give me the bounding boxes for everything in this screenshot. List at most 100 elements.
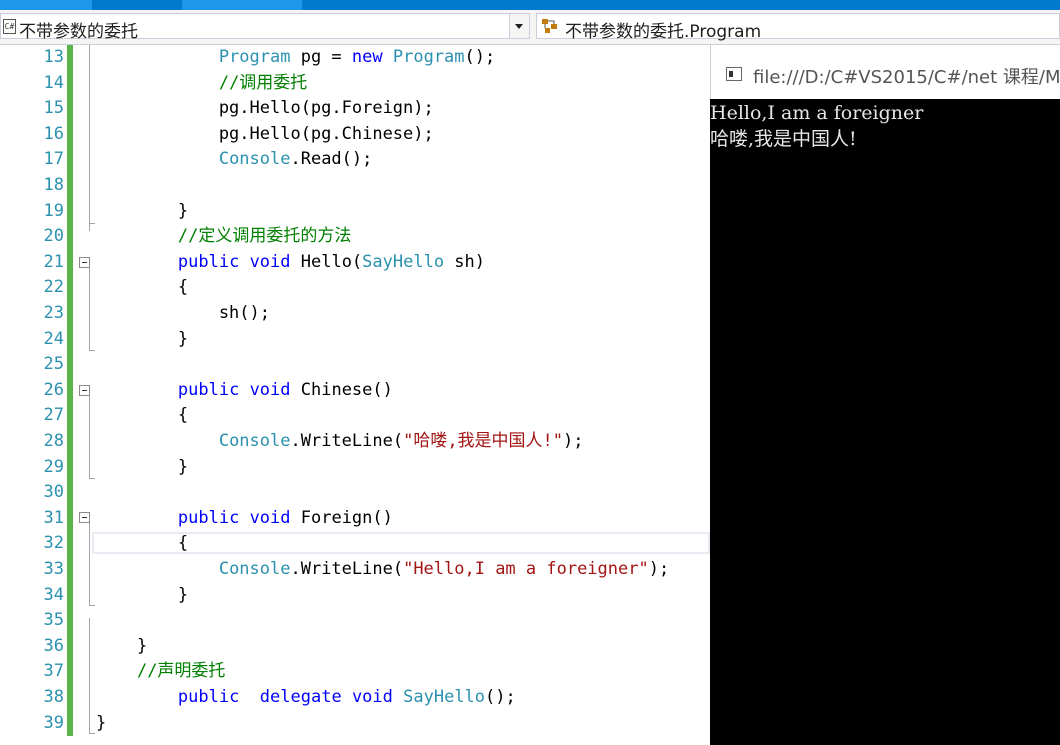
line-number: 14: [43, 72, 64, 93]
line-number: 39: [43, 712, 64, 733]
change-marker: [67, 198, 73, 225]
collapse-toggle[interactable]: [79, 257, 90, 268]
line-number: 23: [43, 303, 64, 323]
line-number: 19: [43, 200, 64, 221]
code-line: //调用委托: [218, 72, 308, 93]
project-dropdown[interactable]: C# 不带参数的委托: [0, 13, 530, 42]
line-number: 30: [43, 482, 64, 503]
line-number: 32: [43, 533, 64, 554]
line-number: 17: [43, 149, 64, 170]
line-number: 20: [43, 226, 64, 247]
tab-program-cs[interactable]: [0, 0, 92, 10]
line-number: 15: [43, 98, 64, 119]
line-number: 13: [43, 47, 64, 67]
code-line: //声明委托: [136, 661, 226, 682]
change-marker: [67, 505, 73, 532]
class-dropdown-label: 不带参数的委托.Program: [565, 22, 762, 42]
change-marker: [67, 275, 73, 301]
line-number: 22: [43, 277, 64, 298]
chevron-down-icon[interactable]: [509, 14, 529, 38]
change-marker: [67, 326, 73, 353]
change-marker: [67, 121, 73, 148]
code-line: }: [96, 635, 148, 656]
line-number: 33: [43, 559, 64, 579]
change-marker: [67, 608, 73, 634]
code-line: }: [96, 200, 189, 221]
change-marker: [67, 685, 73, 711]
code-line: }: [96, 712, 107, 733]
line-number: 35: [43, 610, 64, 631]
code-line: {: [96, 405, 189, 426]
code-line: Console.WriteLine("哈喽,我是中国人!");: [218, 431, 584, 451]
change-marker: [67, 224, 73, 250]
change-marker: [67, 249, 73, 276]
collapse-toggle[interactable]: [79, 512, 90, 523]
outline-guide: [89, 733, 95, 734]
line-number: 38: [43, 687, 64, 707]
change-marker: [67, 173, 73, 199]
code-line: pg.Hello(pg.Foreign);: [96, 98, 434, 119]
line-number: 21: [43, 251, 64, 272]
change-marker: [67, 633, 73, 660]
console-title: file:///D:/C#VS2015/C#/net 课程/My: [753, 67, 1060, 88]
outline-guide: [89, 523, 90, 605]
code-line: Console.WriteLine("Hello,I am a foreigne…: [218, 559, 670, 579]
line-number: 25: [43, 354, 64, 375]
code-line: }: [96, 456, 189, 477]
code-editor[interactable]: Program pg = new Program(); //调用委托 pg.He…: [0, 45, 710, 745]
csharp-project-icon: C#: [3, 19, 16, 34]
line-number: 18: [43, 175, 64, 195]
code-line: //定义调用委托的方法: [177, 226, 352, 247]
console-output-line: 哈喽,我是中国人!: [710, 128, 857, 150]
code-line: {: [96, 533, 189, 554]
change-marker: [67, 70, 73, 97]
change-marker: [67, 582, 73, 609]
tab-person-cs[interactable]: [182, 0, 302, 10]
line-number: 27: [43, 405, 64, 426]
line-number: 24: [43, 328, 64, 349]
code-line: public void Chinese(): [177, 379, 393, 400]
code-line: public void Hello(SayHello sh): [177, 251, 486, 272]
code-line: public void Foreign(): [177, 507, 393, 528]
change-marker: [67, 96, 73, 122]
change-marker: [67, 403, 73, 429]
line-number: 16: [43, 123, 64, 144]
outline-guide: [89, 478, 95, 479]
code-line: }: [96, 328, 189, 349]
class-icon: [542, 19, 557, 33]
code-line: }: [96, 584, 189, 605]
code-line: {: [96, 277, 189, 298]
console-output-line: Hello,I am a foreigner: [710, 102, 924, 124]
outline-guide: [89, 605, 95, 606]
outline-guide: [89, 223, 95, 224]
line-number: 34: [43, 584, 64, 605]
line-number: 28: [43, 431, 64, 451]
change-marker: [67, 659, 73, 685]
outline-guide: [89, 45, 90, 231]
change-marker: [67, 377, 73, 404]
change-marker: [67, 147, 73, 173]
console-app-icon: [726, 67, 742, 81]
line-number: 26: [43, 379, 64, 400]
collapse-toggle[interactable]: [79, 385, 90, 396]
outline-guide: [89, 396, 90, 478]
class-dropdown[interactable]: 不带参数的委托.Program: [536, 13, 1060, 42]
project-dropdown-label: 不带参数的委托: [19, 22, 138, 42]
code-line: Program pg = new Program();: [218, 47, 496, 67]
navigation-bar: C# 不带参数的委托 不带参数的委托.Program: [0, 10, 1060, 45]
line-number: 37: [43, 661, 64, 682]
line-number: 29: [43, 456, 64, 477]
code-line: public delegate void SayHello();: [177, 687, 516, 707]
change-marker: [67, 557, 73, 583]
change-marker: [67, 429, 73, 455]
console-window[interactable]: file:///D:/C#VS2015/C#/net 课程/My Hello,I…: [710, 45, 1060, 745]
change-marker: [67, 454, 73, 481]
code-line: pg.Hello(pg.Chinese);: [96, 123, 434, 144]
outline-guide: [89, 618, 90, 733]
code-line: sh();: [96, 303, 270, 323]
outline-guide: [89, 350, 95, 351]
change-marker: [67, 301, 73, 327]
code-line: Console.Read();: [218, 149, 373, 170]
outline-guide: [89, 268, 90, 350]
console-title-bar[interactable]: file:///D:/C#VS2015/C#/net 课程/My: [710, 45, 1060, 99]
